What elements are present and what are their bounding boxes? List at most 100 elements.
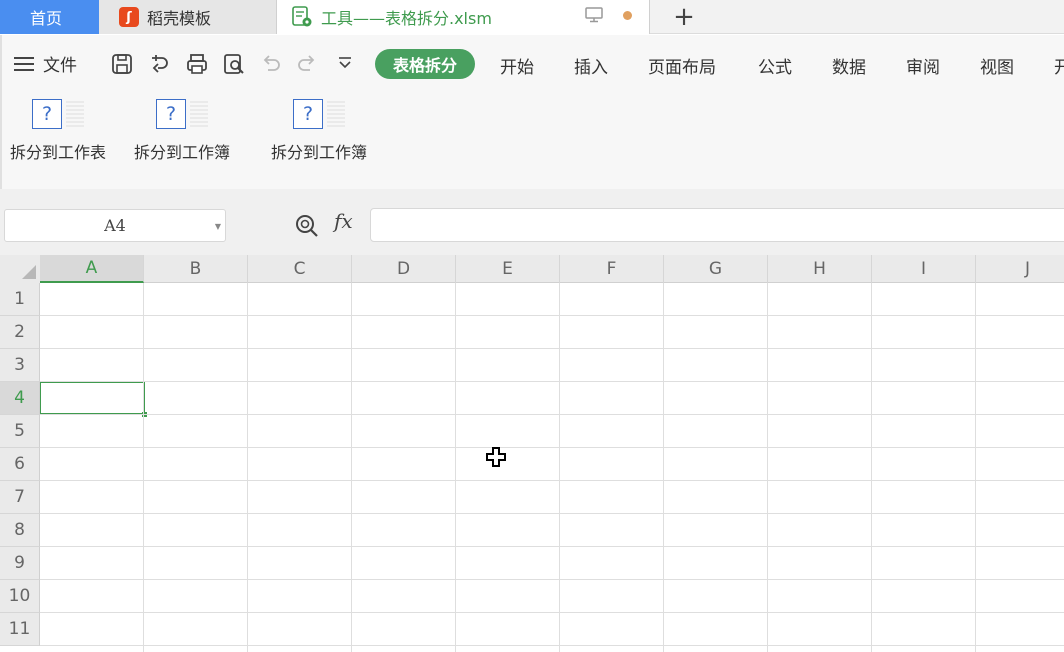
- grid-row-line: [40, 612, 1064, 613]
- column-header-i[interactable]: I: [872, 255, 976, 283]
- grid-column-line: [455, 283, 456, 652]
- select-all-icon: [22, 265, 36, 279]
- unsaved-indicator-icon: [623, 11, 632, 20]
- name-box-value: A4: [104, 216, 126, 235]
- row-header-11[interactable]: 11: [0, 613, 40, 646]
- column-header-f[interactable]: F: [560, 255, 664, 283]
- file-menu-label: 文件: [43, 56, 77, 76]
- name-box[interactable]: A4 ▼: [4, 209, 226, 242]
- insert-function-button[interactable]: fx: [334, 209, 353, 233]
- column-header-b[interactable]: B: [144, 255, 248, 283]
- grid-column-line: [975, 283, 976, 652]
- tab-review[interactable]: 审阅: [906, 53, 940, 78]
- grid-column-line: [663, 283, 664, 652]
- tab-file-label: 工具——表格拆分.xlsm: [321, 9, 492, 28]
- tab-insert[interactable]: 插入: [574, 53, 608, 78]
- column-header-h[interactable]: H: [768, 255, 872, 283]
- spreadsheet-app: 首页 ʃ 稻壳模板 工具——表格拆分.xlsm + 文件 表格拆分 开始 插入 …: [0, 0, 1064, 652]
- tab-data[interactable]: 数据: [832, 53, 866, 78]
- column-header-d[interactable]: D: [352, 255, 456, 283]
- tab-home-label: 首页: [30, 9, 63, 28]
- grid-column-line: [351, 283, 352, 652]
- grid-row-line: [40, 579, 1064, 580]
- move-cursor-icon: [485, 446, 509, 474]
- docer-logo-icon: ʃ: [119, 7, 139, 27]
- document-tab-bar: 首页 ʃ 稻壳模板 工具——表格拆分.xlsm +: [0, 0, 1064, 34]
- grid-row-line: [40, 348, 1064, 349]
- row-header-5[interactable]: 5: [0, 415, 40, 448]
- column-header-c[interactable]: C: [248, 255, 352, 283]
- placeholder-icon: [66, 101, 84, 127]
- menu-row: 文件 表格拆分 开始 插入 页面布局 公式 数据 审阅 视图 开: [2, 35, 1064, 91]
- chevron-down-icon[interactable]: ▼: [215, 222, 221, 231]
- tab-template-label: 稻壳模板: [147, 9, 212, 28]
- split-to-workbook-button[interactable]: ? 拆分到工作簿: [134, 99, 230, 163]
- file-menu-button[interactable]: 文件: [14, 51, 77, 76]
- grid-row-line: [40, 447, 1064, 448]
- grid-column-line: [247, 283, 248, 652]
- row-header-6[interactable]: 6: [0, 448, 40, 481]
- grid-row-line: [40, 480, 1064, 481]
- row-header-4[interactable]: 4: [0, 382, 40, 415]
- split-to-workbook-label: 拆分到工作簿: [134, 143, 231, 162]
- undo-icon[interactable]: [260, 52, 282, 78]
- row-header-2[interactable]: 2: [0, 316, 40, 349]
- tab-view[interactable]: 视图: [980, 53, 1014, 78]
- redo-icon[interactable]: [296, 52, 318, 78]
- ribbon: 文件 表格拆分 开始 插入 页面布局 公式 数据 审阅 视图 开 ? 拆分到工作…: [0, 35, 1064, 189]
- select-all-corner[interactable]: [0, 255, 40, 283]
- row-header-8[interactable]: 8: [0, 514, 40, 547]
- spreadsheet-file-icon: [291, 6, 313, 28]
- zoom-search-icon[interactable]: [294, 213, 320, 243]
- split-to-sheet-button[interactable]: ? 拆分到工作表: [10, 99, 106, 163]
- formula-input[interactable]: [370, 208, 1064, 242]
- missing-image-icon: ?: [156, 99, 186, 129]
- grid-row-line: [40, 513, 1064, 514]
- print-icon[interactable]: [185, 52, 209, 80]
- placeholder-icon: [327, 101, 345, 127]
- row-header-10[interactable]: 10: [0, 580, 40, 613]
- column-header-a[interactable]: A: [40, 255, 144, 283]
- column-header-e[interactable]: E: [456, 255, 560, 283]
- row-header-1[interactable]: 1: [0, 283, 40, 316]
- grid-row-line: [40, 414, 1064, 415]
- tab-current-file[interactable]: 工具——表格拆分.xlsm: [277, 0, 650, 34]
- formula-bar: A4 ▼ fx: [0, 189, 1064, 255]
- hamburger-icon: [14, 53, 34, 75]
- tab-home[interactable]: 首页: [0, 0, 99, 34]
- column-header-row: ABCDEFGHIJ: [0, 255, 1064, 283]
- tab-formulas[interactable]: 公式: [758, 53, 792, 78]
- grid-row-line: [40, 315, 1064, 316]
- grid-column-line: [767, 283, 768, 652]
- grid-column-line: [143, 283, 144, 652]
- split-to-workbook-2-icon-wrap: ?: [293, 99, 345, 129]
- tool-row: ? 拆分到工作表 ? 拆分到工作簿 ? 拆分到工作簿: [2, 95, 1064, 185]
- split-to-sheet-label: 拆分到工作表: [10, 143, 107, 162]
- active-cell-selection[interactable]: [39, 381, 147, 417]
- save-icon[interactable]: [110, 52, 134, 80]
- tab-table-split-label: 表格拆分: [392, 56, 457, 75]
- tab-template[interactable]: ʃ 稻壳模板: [99, 0, 277, 34]
- new-tab-button[interactable]: +: [672, 0, 696, 34]
- row-header-9[interactable]: 9: [0, 547, 40, 580]
- grid-row-line: [40, 381, 1064, 382]
- grid-column-line: [559, 283, 560, 652]
- column-header-j[interactable]: J: [976, 255, 1064, 283]
- row-header-7[interactable]: 7: [0, 481, 40, 514]
- monitor-icon[interactable]: [585, 7, 603, 27]
- plus-icon: +: [673, 2, 695, 32]
- print-preview-icon[interactable]: [222, 52, 246, 80]
- split-to-workbook-icon-wrap: ?: [156, 99, 208, 129]
- row-header-3[interactable]: 3: [0, 349, 40, 382]
- quick-access-dropdown-icon[interactable]: [336, 54, 354, 76]
- column-header-g[interactable]: G: [664, 255, 768, 283]
- split-to-workbook-button-2[interactable]: ? 拆分到工作簿: [271, 99, 367, 163]
- tab-table-split[interactable]: 表格拆分: [375, 49, 475, 79]
- spreadsheet-grid[interactable]: ABCDEFGHIJ 1 2 3 4 5 6 7 8 9 10 11: [0, 255, 1064, 652]
- output-icon[interactable]: [148, 52, 172, 80]
- grid-row-line: [40, 546, 1064, 547]
- tab-home-ribbon[interactable]: 开始: [500, 53, 534, 78]
- tab-page-layout[interactable]: 页面布局: [648, 53, 716, 78]
- grid-column-line: [871, 283, 872, 652]
- tab-more[interactable]: 开: [1054, 53, 1064, 78]
